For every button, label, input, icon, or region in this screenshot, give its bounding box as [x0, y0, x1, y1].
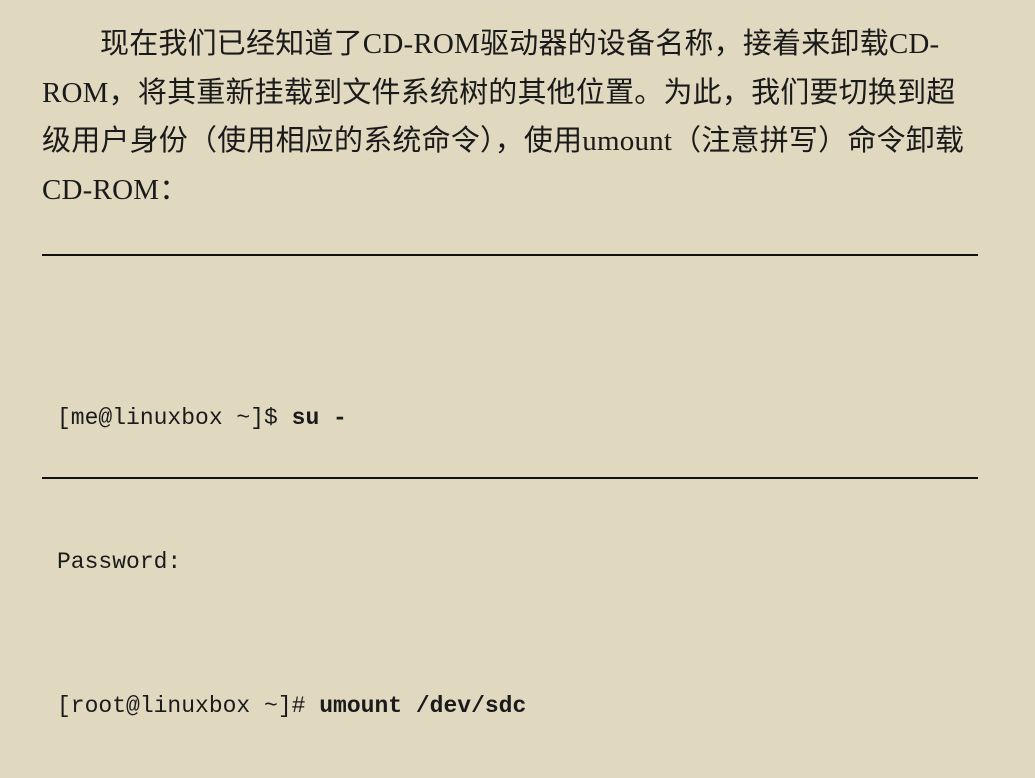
terminal-line: [me@linuxbox ~]$ su -	[57, 394, 526, 442]
terminal-prompt: Password:	[57, 549, 182, 575]
terminal-prompt: [me@linuxbox ~]$	[57, 405, 292, 431]
code-block-top-rule	[42, 254, 978, 256]
code-block-bottom-rule	[42, 477, 978, 479]
terminal-code-block: [me@linuxbox ~]$ su - Password: [root@li…	[57, 298, 526, 778]
terminal-command: su -	[291, 405, 347, 431]
body-paragraph: 现在我们已经知道了CD-ROM驱动器的设备名称，接着来卸载CD-ROM，将其重新…	[42, 28, 965, 206]
terminal-line: Password:	[57, 538, 526, 586]
terminal-command: umount /dev/sdc	[319, 693, 527, 719]
terminal-line: [root@linuxbox ~]# umount /dev/sdc	[57, 682, 526, 730]
terminal-prompt: [root@linuxbox ~]#	[57, 693, 320, 719]
